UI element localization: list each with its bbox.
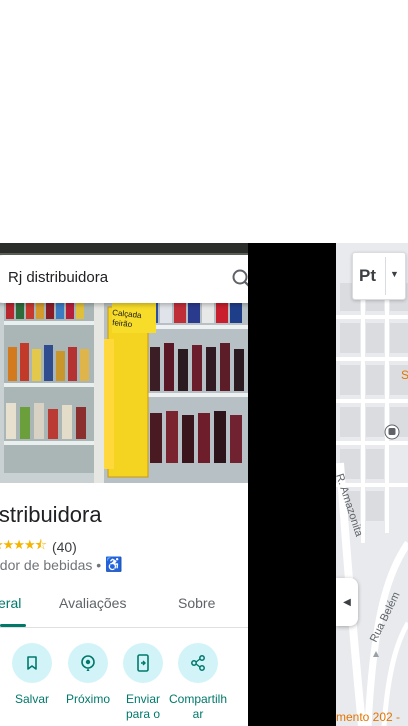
place-tabs: eral Avaliações Sobre [0, 587, 248, 628]
tab-about[interactable]: Sobre [178, 595, 215, 611]
blank-header-area [0, 0, 408, 243]
category-row: edor de bebidas • ♿ [0, 556, 123, 573]
layers-button[interactable]: Pt ▼ [352, 252, 406, 300]
nearby-icon [68, 643, 108, 683]
send-to-phone-label: Enviar para o [125, 692, 161, 721]
send-to-phone-button[interactable]: Enviar para o [113, 643, 173, 722]
share-button[interactable]: Compartilhar [168, 643, 228, 722]
send-to-phone-icon [123, 643, 163, 683]
layers-separator [385, 257, 386, 295]
active-tab-indicator [0, 624, 26, 627]
layers-label: Pt [359, 266, 376, 285]
save-label: Salvar [14, 692, 49, 706]
collapse-panel-button[interactable]: ◀ [336, 578, 358, 626]
rating-count: (40) [51, 539, 77, 555]
bus-stop-icon[interactable] [384, 424, 400, 440]
map-corner-label: S [401, 368, 408, 382]
search-input[interactable]: Rj distribuidora [8, 269, 108, 286]
wheelchair-accessible-icon: ♿ [105, 556, 123, 572]
tab-reviews[interactable]: Avaliações [59, 595, 126, 611]
map-view[interactable]: R. Amazonita Rua Belém S mento 202 - [336, 243, 408, 726]
rating-row[interactable]: ★★★★⯪ (40) [0, 536, 77, 558]
tab-overview[interactable]: eral [0, 595, 21, 611]
nearby-label: Próximo [65, 692, 110, 706]
place-panel: Centro do Serra Calçada feirão istribuid… [0, 243, 248, 726]
bookmark-icon [12, 643, 52, 683]
share-icon [178, 643, 218, 683]
chevron-down-icon[interactable]: ▼ [390, 269, 399, 279]
share-label: Compartilhar [168, 692, 228, 721]
star-rating-icon: ★★★★⯪ [0, 537, 47, 552]
place-category: edor de bebidas • [0, 556, 102, 573]
save-button[interactable]: Salvar [2, 643, 62, 707]
chevron-left-icon: ◀ [343, 596, 351, 608]
nearby-button[interactable]: Próximo [58, 643, 118, 707]
dark-divider [248, 243, 336, 726]
place-title: istribuidora [0, 502, 102, 527]
map-bottom-label: mento 202 - [336, 710, 400, 724]
